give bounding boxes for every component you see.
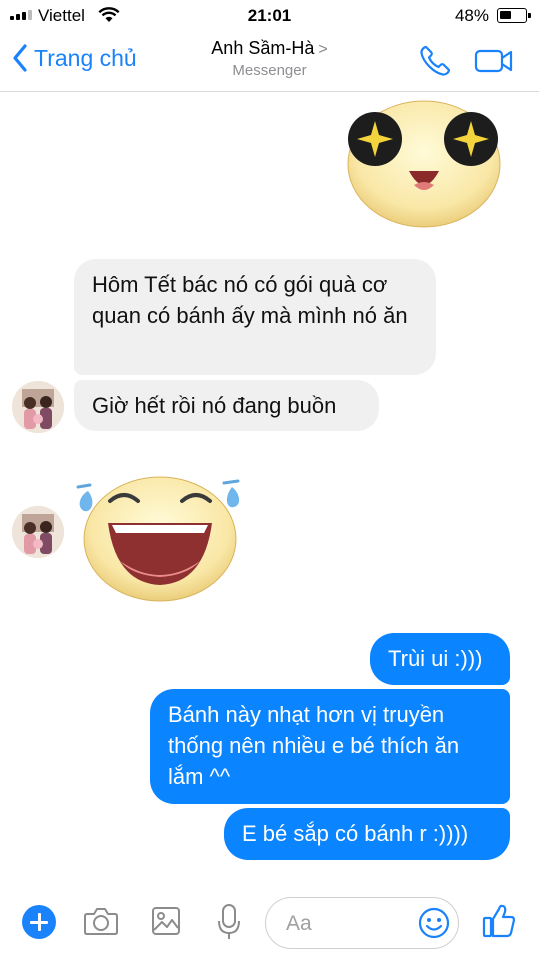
gallery-icon[interactable] [151,905,181,942]
message-list[interactable]: Hôm Tết bác nó có gói quà cơ quan có bán… [0,93,539,883]
video-camera-icon [474,49,513,73]
laughing-tears-sticker[interactable] [72,463,244,603]
message-input[interactable] [286,910,406,938]
app-subtitle: Messenger [232,62,307,79]
status-bar: Viettel 21:01 48% [0,0,539,32]
message-outgoing[interactable]: E bé sắp có bánh r :)))) [224,808,510,860]
plus-icon[interactable] [22,905,56,939]
mic-icon[interactable] [216,903,242,946]
star-eyes-sticker[interactable] [345,95,503,229]
message-text: E bé sắp có bánh r :)))) [242,821,469,846]
contact-name-text: Anh Sầm-Hà [211,38,315,58]
message-text: Hôm Tết bác nó có gói quà cơ quan có bán… [92,272,408,328]
message-text: Bánh này nhạt hơn vị truyền thống nên nh… [168,702,460,789]
message-outgoing[interactable]: Bánh này nhạt hơn vị truyền thống nên nh… [150,689,510,804]
message-composer [0,883,539,960]
voice-call-button[interactable] [418,44,452,83]
battery-percent: 48% [454,6,489,25]
like-icon[interactable] [482,903,516,944]
message-incoming[interactable]: Giờ hết rồi nó đang buồn [74,380,379,431]
video-call-button[interactable] [474,48,514,79]
contact-avatar[interactable] [12,506,64,558]
message-outgoing[interactable]: Trùi ui :))) [370,633,510,685]
conversation-header: Trang chủ Anh Sầm-Hà > Messenger [0,32,539,92]
contact-name[interactable]: Anh Sầm-Hà > [0,38,539,59]
contact-avatar[interactable] [12,381,64,433]
camera-icon[interactable] [83,905,119,942]
phone-icon [420,45,451,76]
message-text: Giờ hết rồi nó đang buồn [92,393,337,418]
battery-icon [497,8,531,23]
chevron-right-icon: > [318,41,328,58]
battery-level [500,11,511,19]
message-incoming[interactable]: Hôm Tết bác nó có gói quà cơ quan có bán… [74,259,436,375]
message-text: Trùi ui :))) [388,646,483,671]
emoji-icon[interactable] [418,907,450,944]
